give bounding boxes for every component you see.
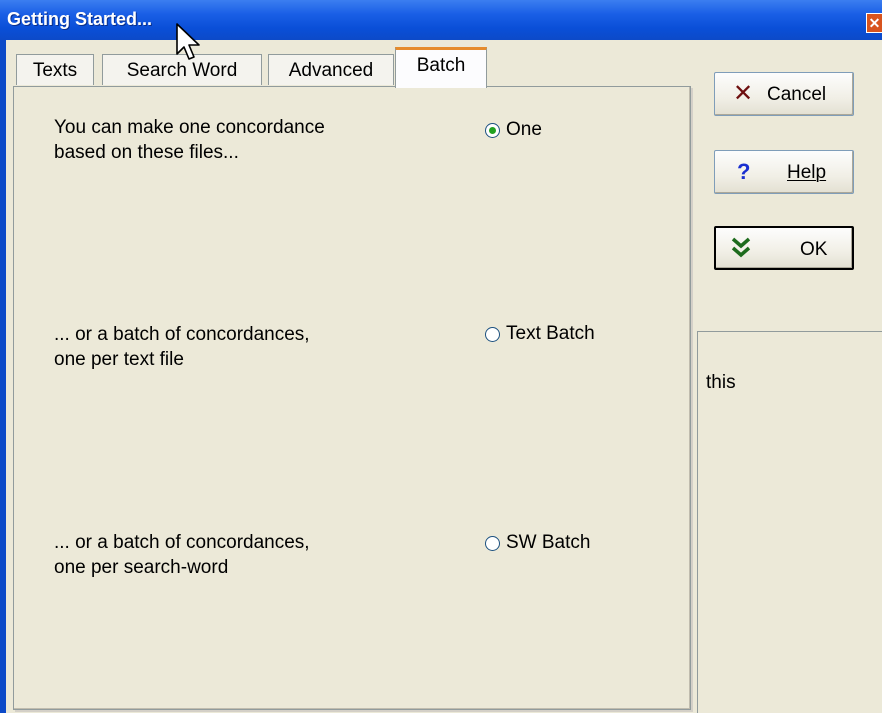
radio-text-batch[interactable]: Text Batch <box>485 323 595 345</box>
radio-sw-batch-circle[interactable] <box>485 535 500 551</box>
cancel-x-icon: ✕ <box>733 80 754 107</box>
double-check-icon <box>730 236 752 264</box>
close-icon[interactable]: ✕ <box>866 13 882 33</box>
question-icon: ? <box>737 159 751 184</box>
radio-one[interactable]: One <box>485 119 542 141</box>
tab-texts[interactable]: Texts <box>16 54 94 85</box>
option-text-batch-description: ... or a batch of concordances, one per … <box>54 324 310 370</box>
radio-text-batch-label: Text Batch <box>506 323 595 344</box>
option-one-description: You can make one concordance based on th… <box>54 117 325 163</box>
mouse-cursor-icon <box>176 23 200 60</box>
title-bar: Getting Started... ✕ <box>0 0 882 40</box>
window-frame <box>0 40 6 713</box>
tab-advanced[interactable]: Advanced <box>268 54 394 85</box>
side-info-panel: this <box>697 331 882 713</box>
cancel-button[interactable]: ✕ Cancel <box>714 72 854 116</box>
radio-selected-dot <box>489 126 496 134</box>
help-button[interactable]: ? Help <box>714 150 854 194</box>
radio-one-label: One <box>506 119 542 140</box>
side-panel-text: this <box>706 372 736 393</box>
option-sw-batch-description: ... or a batch of concordances, one per … <box>54 532 310 578</box>
window-title: Getting Started... <box>7 9 153 29</box>
ok-button[interactable]: OK <box>714 226 854 270</box>
batch-tab-panel: You can make one concordance based on th… <box>13 86 691 710</box>
radio-text-batch-circle[interactable] <box>485 326 500 342</box>
tab-batch[interactable]: Batch <box>395 47 487 88</box>
radio-one-circle[interactable] <box>485 122 500 138</box>
radio-sw-batch-label: SW Batch <box>506 532 591 553</box>
radio-sw-batch[interactable]: SW Batch <box>485 532 590 554</box>
